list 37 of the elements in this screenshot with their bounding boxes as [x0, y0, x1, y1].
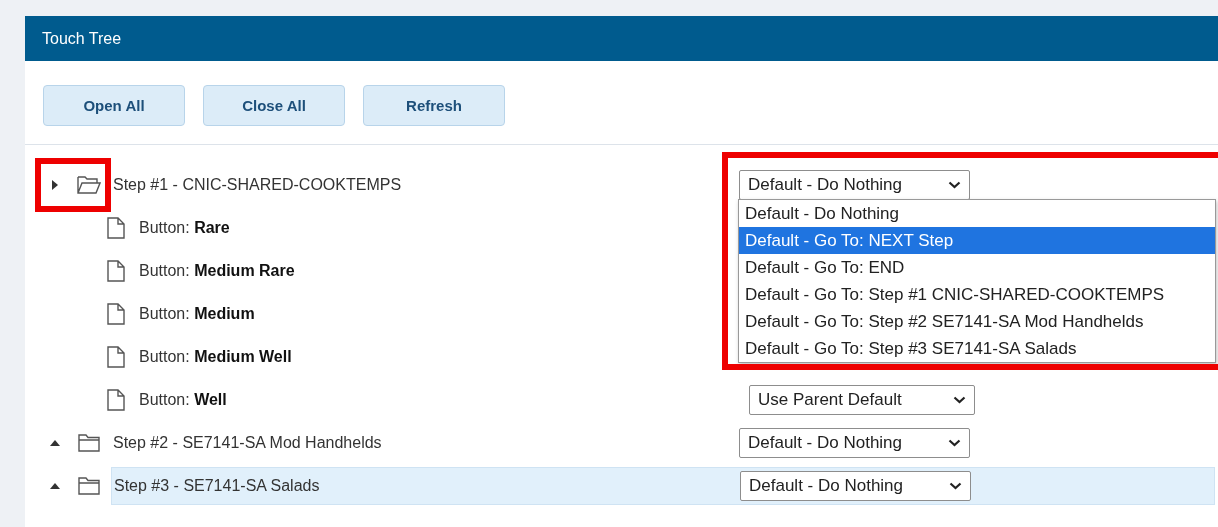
dropdown[interactable]: Default - Do Nothing: [740, 470, 971, 501]
tree-item[interactable]: Step #1 - CNIC-SHARED-COOKTEMPS: [113, 175, 402, 193]
toolbar-button[interactable]: Open All: [43, 85, 185, 126]
tree-item[interactable]: Button: Well: [139, 390, 227, 408]
file-icon: [106, 302, 126, 325]
chevron-icon: [948, 180, 961, 189]
toolbar-button[interactable]: Refresh: [363, 85, 505, 126]
dropdown[interactable]: Default - Do Nothing: [739, 169, 970, 200]
tree-item[interactable]: Step #3 - SE7141-SA Salads: [114, 476, 320, 494]
tree-item[interactable]: Button: Rare: [139, 218, 230, 236]
folder-icon: [77, 432, 101, 453]
file-icon: [106, 216, 126, 239]
chevron-icon: [953, 395, 966, 404]
collapse-arrow-icon[interactable]: [50, 482, 60, 489]
dropdown[interactable]: Use Parent Default: [749, 384, 975, 415]
file-icon: [106, 345, 126, 368]
tree-item[interactable]: Step #2 - SE7141-SA Mod Handhelds: [113, 433, 382, 451]
tree-item[interactable]: Button: Medium Well: [139, 347, 292, 365]
folder-icon: [77, 174, 101, 195]
file-icon: [106, 259, 126, 282]
toolbar-button[interactable]: Close All: [203, 85, 345, 126]
file-icon: [106, 388, 126, 411]
dropdown-option[interactable]: Default - Go To: Step #2 SE7141-SA Mod Handhelds: [739, 308, 1215, 335]
chevron-icon: [949, 481, 962, 490]
folder-icon: [77, 475, 101, 496]
dropdown-option[interactable]: Default - Go To: END: [739, 254, 1215, 281]
dropdown-option[interactable]: Default - Do Nothing: [739, 200, 1215, 227]
dropdown-option[interactable]: Default - Go To: Step #3 SE7141-SA Salads: [739, 335, 1215, 362]
chevron-icon: [948, 438, 961, 447]
collapse-arrow-icon[interactable]: [50, 439, 60, 446]
tree-item[interactable]: Button: Medium: [139, 304, 255, 322]
dropdown-option[interactable]: Default - Go To: Step #1 CNIC-SHARED-COOKTEMPS: [739, 281, 1215, 308]
dropdown[interactable]: Default - Do Nothing: [739, 427, 970, 458]
panel-title: Touch Tree: [42, 29, 122, 48]
dropdown-option[interactable]: Default - Go To: NEXT Step: [739, 227, 1215, 254]
expand-arrow-icon[interactable]: [52, 179, 58, 190]
tree-item[interactable]: Button: Medium Rare: [139, 261, 295, 279]
